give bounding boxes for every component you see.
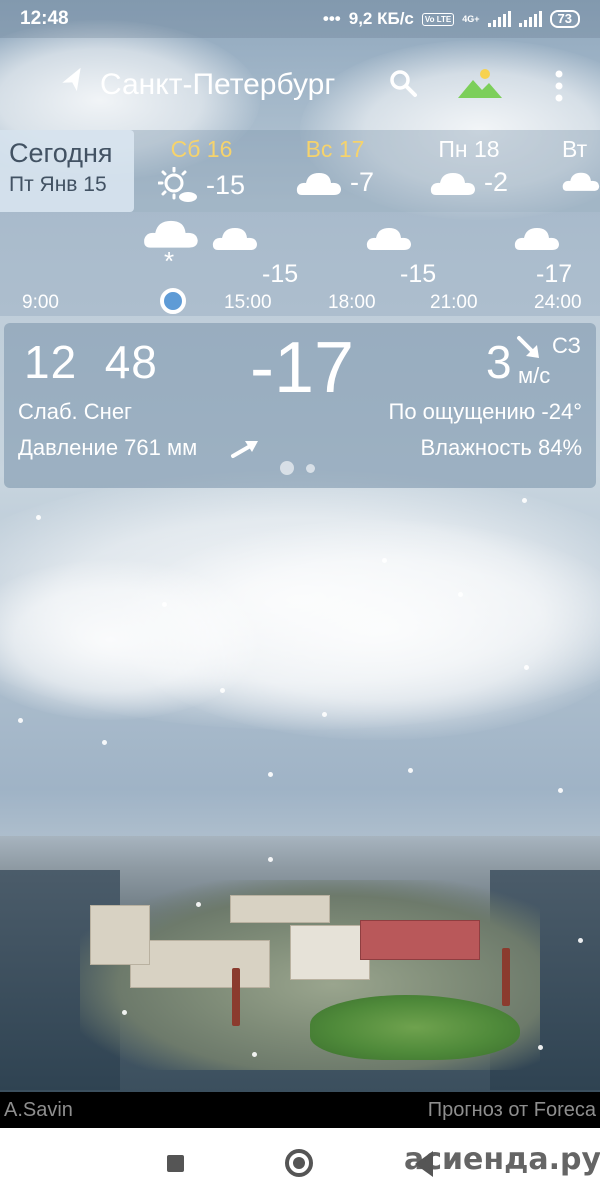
home-button[interactable] <box>285 1149 313 1177</box>
snowflake <box>458 592 463 597</box>
cloud-icon <box>296 172 341 195</box>
watermark: асиенда.ру <box>404 1142 600 1177</box>
snowflake <box>578 938 583 943</box>
cloud-icon <box>514 228 559 250</box>
hour-temp: -15 <box>400 260 437 288</box>
recents-button[interactable] <box>167 1155 184 1172</box>
snowflake <box>102 740 107 745</box>
cloud-icon <box>562 172 600 191</box>
hour-time: 15:00 <box>224 292 272 313</box>
cloud-icon <box>212 228 257 250</box>
wind-speed: 3 <box>486 336 512 388</box>
daily-forecast-strip[interactable]: Сегодня Пт Янв 15 Сб 16 -15 Вс 17 -7 Пн … <box>0 130 600 212</box>
current-time: 12 48 <box>24 336 158 388</box>
day-temp: -15 <box>206 169 246 200</box>
system-navigation-bar: асиенда.ру <box>0 1128 600 1200</box>
condition-text: Слаб. Снег <box>18 399 133 424</box>
day-name: Сб 16 <box>170 136 233 162</box>
cloud-icon <box>366 228 411 250</box>
hour-time: 24:00 <box>534 292 582 313</box>
forecast-provider[interactable]: Прогноз от Foreca <box>428 1099 596 1122</box>
day-temp: -7 <box>350 167 375 197</box>
day-item-sat[interactable]: Сб 16 -15 <box>158 136 245 203</box>
current-conditions-card[interactable]: 12 48 -17 3 СЗ м/с Слаб. Снег По ощущени… <box>4 323 596 488</box>
hour-time: 18:00 <box>328 292 376 313</box>
humidity: Влажность 84% <box>420 435 582 460</box>
cloud-icon <box>430 172 475 195</box>
snowflake <box>522 498 527 503</box>
hour-temp: -15 <box>262 260 299 288</box>
status-bar: 12:48 ••• 9,2 КБ/с Vo LTE 4G+ 73 <box>0 0 600 38</box>
day-item-sun[interactable]: Вс 17 -7 <box>296 136 374 198</box>
hour-time: 21:00 <box>430 292 478 313</box>
hour-time: 9:00 <box>22 292 59 313</box>
current-temperature: -17 <box>250 328 355 408</box>
snowflake <box>122 1010 127 1015</box>
building <box>360 920 480 960</box>
today-label: Сегодня <box>9 138 113 168</box>
snowflake <box>538 1045 543 1050</box>
page-dot-active <box>280 461 294 475</box>
snowflake <box>382 558 387 563</box>
snowflake <box>196 902 201 907</box>
snowflake <box>524 665 529 670</box>
day-temp: -2 <box>484 167 509 197</box>
pressure-trend-icon <box>231 441 258 458</box>
stock-exchange-building <box>290 925 370 980</box>
status-time: 12:48 <box>20 8 69 29</box>
snowflake <box>408 768 413 773</box>
status-icons: ••• 9,2 КБ/с Vo LTE 4G+ 73 <box>323 9 580 29</box>
page-indicator <box>280 461 315 475</box>
wind-direction-icon <box>517 336 539 358</box>
snowflake <box>220 688 225 693</box>
app-bar: Санкт-Петербург <box>0 38 600 130</box>
day-name: Пн 18 <box>438 136 500 162</box>
cloud-icon <box>144 220 198 248</box>
building <box>130 940 270 988</box>
snowflake <box>558 788 563 793</box>
hour-temp: -17 <box>536 260 573 288</box>
snow-icon: * <box>164 246 175 276</box>
feels-like: По ощущению -24° <box>388 399 582 424</box>
hourly-forecast-strip[interactable]: * -15 -15 -17 9:00 15:00 18:00 21:00 24:… <box>0 212 600 316</box>
snowflake <box>252 1052 257 1057</box>
day-item-mon[interactable]: Пн 18 -2 <box>430 136 508 198</box>
photo-credit[interactable]: A.Savin <box>4 1099 73 1122</box>
today-date: Пт Янв 15 <box>9 173 107 196</box>
snowflake <box>162 602 167 607</box>
notification-dots: ••• <box>322 9 341 28</box>
search-icon[interactable] <box>388 68 418 98</box>
wind-direction: СЗ <box>552 333 581 358</box>
volte-icon: Vo LTE <box>421 12 455 26</box>
current-time-marker <box>160 288 186 314</box>
tab-today[interactable]: Сегодня Пт Янв 15 <box>0 130 134 212</box>
city-name[interactable]: Санкт-Петербург <box>100 68 335 102</box>
network-speed: 9,2 КБ/с <box>348 9 414 28</box>
network-type: 4G+ <box>462 13 480 24</box>
credits-bar: A.Savin Прогноз от Foreca <box>0 1092 600 1128</box>
snowflake <box>322 712 327 717</box>
rostral-column <box>502 948 510 1006</box>
location-arrow-icon[interactable] <box>60 68 86 94</box>
snowflake <box>36 515 41 520</box>
sun-cloud-icon <box>158 167 197 202</box>
snowflake <box>268 857 273 862</box>
signal-icon <box>518 11 542 27</box>
day-name: Вс 17 <box>305 136 365 162</box>
snowflake <box>18 718 23 723</box>
signal-icon <box>487 11 511 27</box>
building <box>90 905 150 965</box>
day-item-tue[interactable]: Вт <box>562 136 600 195</box>
rostral-column <box>232 968 240 1026</box>
building <box>230 895 330 923</box>
wind-unit: м/с <box>518 363 551 388</box>
pressure: Давление 761 мм <box>18 435 198 460</box>
page-dot <box>306 463 315 473</box>
battery-icon: 73 <box>549 10 580 28</box>
snowflake <box>268 772 273 777</box>
more-menu-icon[interactable] <box>554 70 564 102</box>
day-name: Вт <box>562 136 588 162</box>
landscape-icon[interactable] <box>458 68 502 100</box>
